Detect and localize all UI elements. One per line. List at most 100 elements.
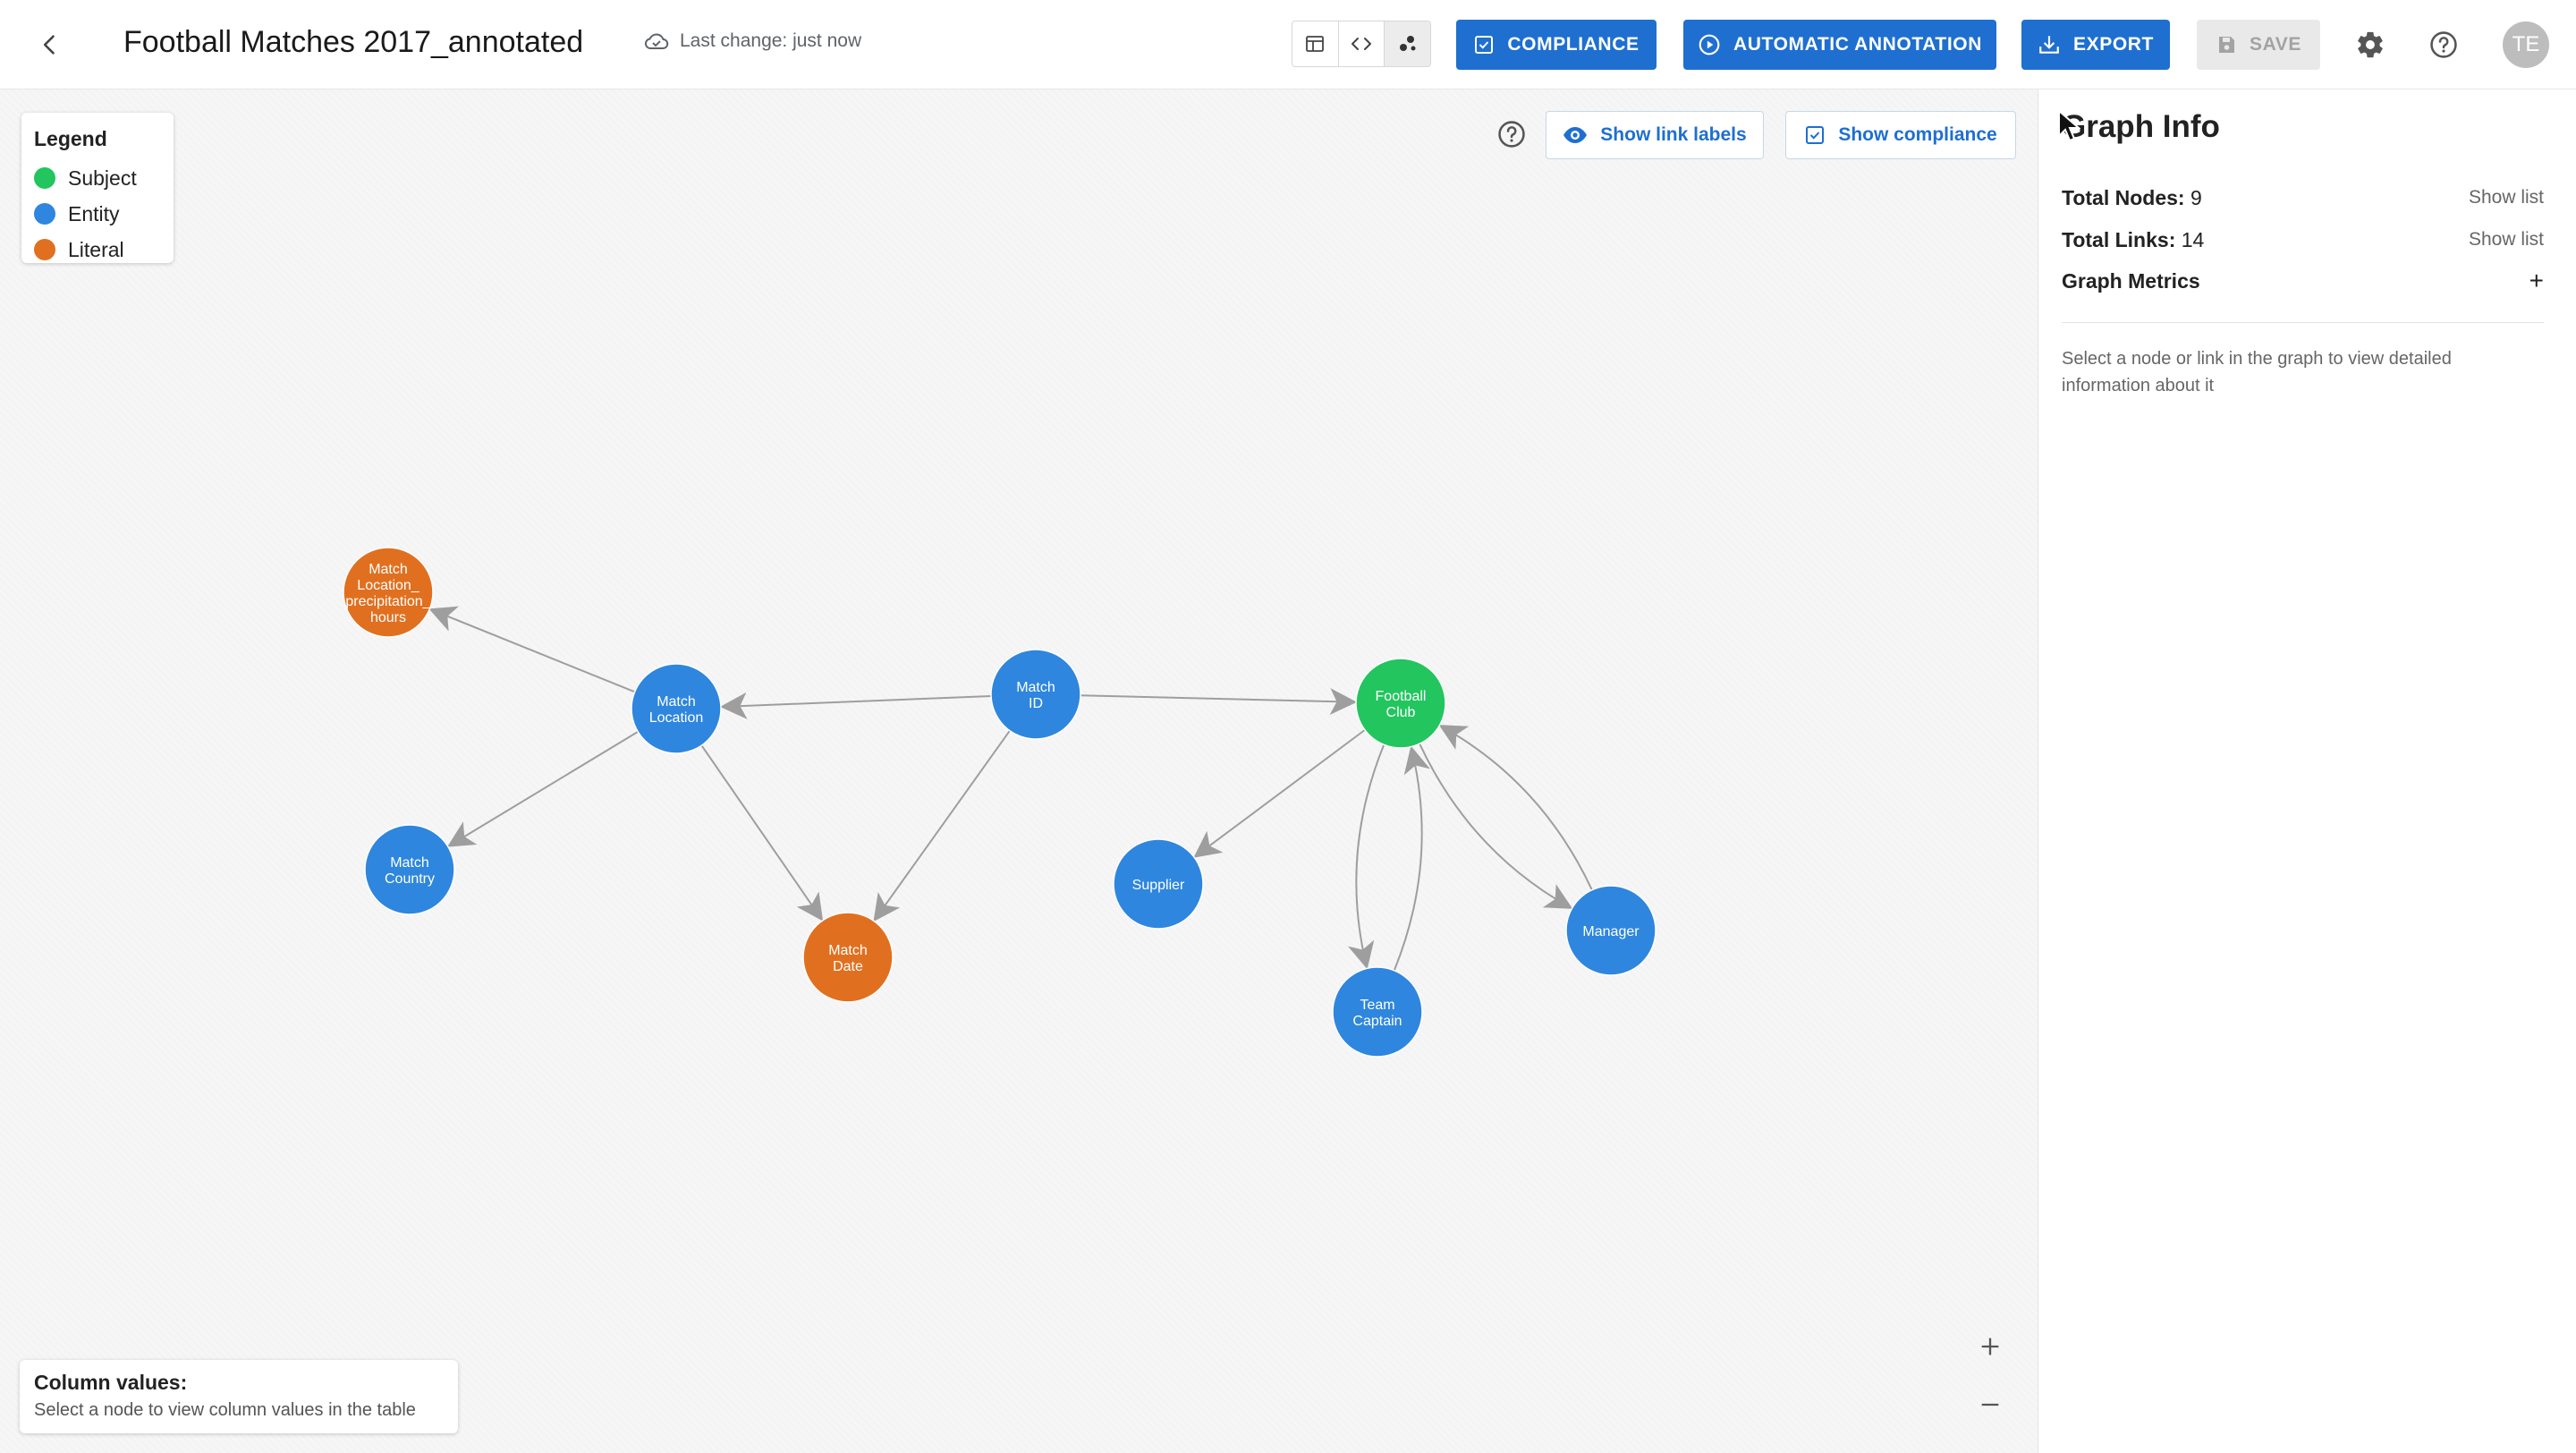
cloud-done-icon bbox=[644, 33, 669, 50]
gear-icon bbox=[2358, 31, 2383, 58]
graph-node-country[interactable]: MatchCountry bbox=[364, 824, 455, 915]
back-button[interactable] bbox=[30, 25, 70, 64]
graph-node-label: Match bbox=[369, 562, 408, 577]
graph-node-label: Location_ bbox=[357, 578, 419, 593]
graph-svg[interactable]: MatchLocation_precipitation_hoursMatchLo… bbox=[0, 89, 2038, 1453]
total-links-row: Total Links: 14 Show list bbox=[2062, 222, 2544, 258]
checkbox-icon bbox=[1475, 36, 1494, 54]
total-links-value: 14 bbox=[2181, 227, 2205, 251]
legend-item-subject: Subject bbox=[34, 160, 161, 196]
eye-icon bbox=[1563, 127, 1588, 143]
help-circle-icon bbox=[1498, 121, 1525, 148]
legend-dot-entity bbox=[34, 203, 55, 225]
graph-node-label: Team bbox=[1360, 998, 1394, 1013]
expand-metrics-icon[interactable]: + bbox=[2529, 267, 2544, 295]
panel-hint: Select a node or link in the graph to vi… bbox=[2062, 349, 2452, 395]
code-view-button[interactable] bbox=[1339, 21, 1385, 66]
panel-divider bbox=[2062, 322, 2544, 323]
total-nodes-row: Total Nodes: 9 Show list bbox=[2062, 180, 2544, 216]
graph-link-matchid-location[interactable] bbox=[719, 692, 992, 719]
zoom-in-button[interactable] bbox=[1968, 1324, 2012, 1369]
graph-node-label: Location bbox=[649, 710, 704, 726]
legend-item-literal: Literal bbox=[34, 232, 161, 268]
canvas-help-button[interactable] bbox=[1494, 116, 1530, 152]
automatic-annotation-button[interactable]: AUTOMATIC ANNOTATION bbox=[1683, 20, 1996, 70]
graph-node-label: Football bbox=[1376, 689, 1427, 704]
graph-view-button[interactable] bbox=[1385, 21, 1430, 66]
graph-canvas[interactable]: Match Location_ precipitation_ hours Match Lo… bbox=[0, 89, 2038, 1453]
graph-link-club-manager[interactable] bbox=[1419, 743, 1573, 909]
save-icon bbox=[2218, 37, 2234, 53]
legend-item-entity: Entity bbox=[34, 196, 161, 232]
graph-node-manager[interactable]: Manager bbox=[1565, 885, 1657, 976]
view-mode-toggle bbox=[1292, 21, 1431, 67]
graph-node-label: Captain bbox=[1352, 1014, 1402, 1029]
graph-node-label: Date bbox=[833, 959, 863, 974]
show-links-list-link[interactable]: Show list bbox=[2469, 229, 2544, 251]
graph-node-label: Supplier bbox=[1132, 878, 1185, 893]
graph-node-label: precipitation_ bbox=[345, 594, 431, 609]
graph-node-supplier[interactable]: Supplier bbox=[1113, 838, 1204, 930]
help-button[interactable] bbox=[2422, 23, 2465, 66]
graph-link-captain-club[interactable] bbox=[1393, 745, 1430, 972]
download-icon bbox=[2039, 36, 2059, 54]
graph-node-label: Manager bbox=[1582, 924, 1640, 939]
chevron-left-icon bbox=[43, 35, 55, 55]
graph-node-label: ID bbox=[1029, 696, 1043, 711]
graph-link-manager-club[interactable] bbox=[1438, 725, 1593, 891]
graph-node-label: Match bbox=[390, 855, 429, 871]
help-circle-icon bbox=[2430, 31, 2457, 58]
graph-node-label: Match bbox=[828, 943, 868, 958]
user-avatar[interactable]: TE bbox=[2503, 21, 2549, 68]
graph-node-label: Club bbox=[1386, 705, 1416, 720]
column-values-hint: Select a node to view column values in t… bbox=[34, 1400, 416, 1420]
column-values-title: Column values: bbox=[34, 1371, 188, 1394]
table-view-button[interactable] bbox=[1292, 21, 1339, 66]
graph-node-label: Match bbox=[657, 694, 696, 710]
column-values-box: Column values: Select a node to view col… bbox=[20, 1360, 458, 1433]
show-nodes-list-link[interactable]: Show list bbox=[2469, 187, 2544, 208]
graph-node-captain[interactable]: TeamCaptain bbox=[1332, 966, 1423, 1058]
graph-node-club[interactable]: FootballClub bbox=[1355, 658, 1446, 749]
mouse-cursor-icon bbox=[2058, 109, 2080, 142]
graph-node-date[interactable]: MatchDate bbox=[802, 912, 894, 1003]
app-header: Football Matches 2017_annotated Last cha… bbox=[0, 0, 2576, 89]
graph-legend: Legend Subject Entity Literal bbox=[21, 113, 174, 263]
table-icon bbox=[1306, 36, 1325, 52]
panel-title: Graph Info bbox=[2062, 109, 2220, 144]
graph-link-matchid-club[interactable] bbox=[1080, 688, 1358, 716]
graph-node-label: hours bbox=[370, 610, 406, 625]
save-button[interactable]: SAVE bbox=[2197, 20, 2320, 70]
legend-dot-literal bbox=[34, 239, 55, 260]
zoom-out-button[interactable] bbox=[1968, 1382, 2012, 1427]
compliance-button[interactable]: COMPLIANCE bbox=[1456, 20, 1657, 70]
graph-metrics-label: Graph Metrics bbox=[2062, 268, 2200, 293]
checkbox-icon bbox=[1806, 126, 1825, 144]
graph-icon bbox=[1399, 36, 1416, 51]
show-link-labels-button[interactable]: Show link labels bbox=[1546, 111, 1764, 159]
legend-title: Legend bbox=[34, 127, 107, 150]
graph-link-matchid-date[interactable] bbox=[873, 730, 1011, 922]
play-circle-icon bbox=[1699, 34, 1720, 55]
graph-node-location[interactable]: MatchLocation bbox=[631, 663, 722, 754]
graph-metrics-row[interactable]: Graph Metrics + bbox=[2062, 263, 2544, 299]
code-icon bbox=[1352, 38, 1371, 50]
graph-node-label: Match bbox=[1016, 680, 1055, 695]
graph-link-club-supplier[interactable] bbox=[1193, 729, 1366, 858]
graph-node-precip[interactable]: MatchLocation_precipitation_hours bbox=[343, 547, 434, 638]
export-button[interactable]: EXPORT bbox=[2021, 20, 2170, 70]
show-compliance-button[interactable]: Show compliance bbox=[1785, 111, 2016, 159]
page-title: Football Matches 2017_annotated bbox=[123, 25, 584, 59]
plus-icon bbox=[1981, 1338, 1999, 1355]
graph-node-label: Country bbox=[385, 871, 435, 887]
total-nodes-label: Total Nodes: bbox=[2062, 185, 2185, 209]
graph-link-location-precip[interactable] bbox=[428, 606, 636, 693]
minus-icon bbox=[1981, 1403, 1999, 1406]
total-nodes-value: 9 bbox=[2190, 185, 2202, 209]
graph-link-club-captain[interactable] bbox=[1348, 743, 1385, 970]
graph-link-location-date[interactable] bbox=[700, 744, 824, 922]
graph-node-matchid[interactable]: MatchID bbox=[990, 649, 1081, 740]
legend-dot-subject bbox=[34, 167, 55, 189]
settings-button[interactable] bbox=[2349, 23, 2392, 66]
graph-link-location-country[interactable] bbox=[446, 730, 639, 847]
